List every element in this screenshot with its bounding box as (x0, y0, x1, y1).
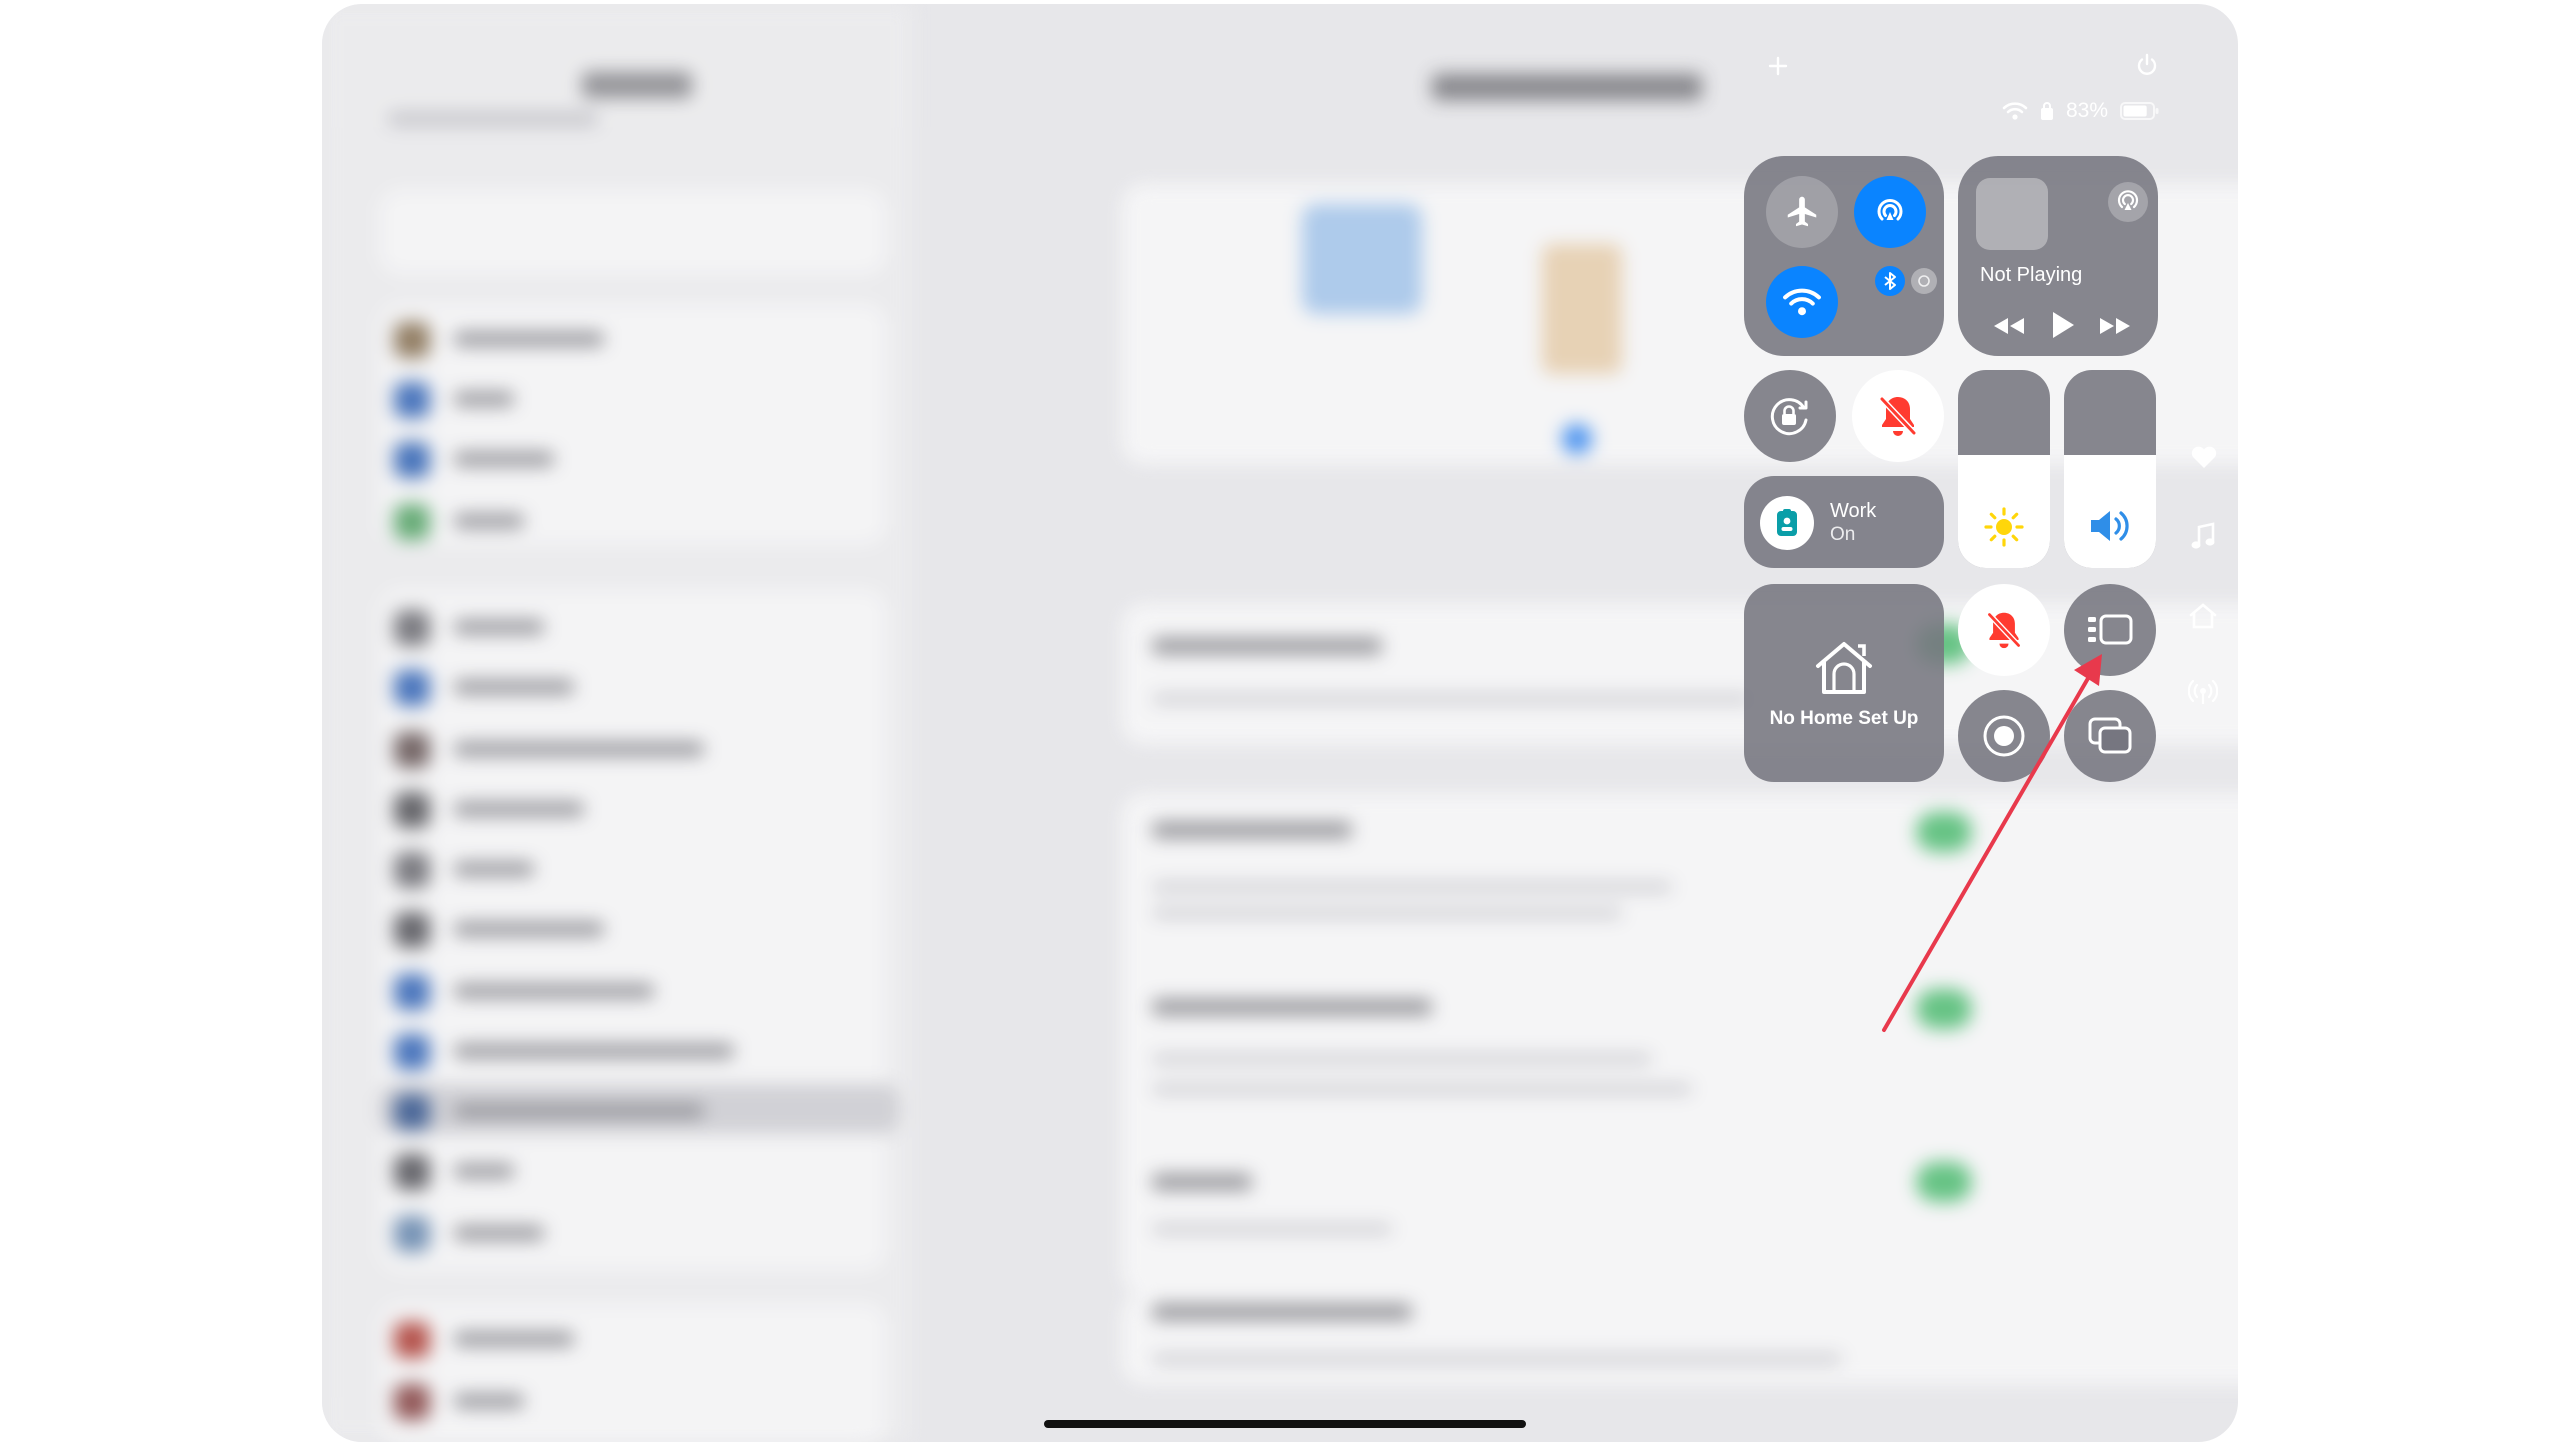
annotation-arrow (1882, 654, 2102, 1032)
home-indicator[interactable] (1044, 1420, 1526, 1428)
